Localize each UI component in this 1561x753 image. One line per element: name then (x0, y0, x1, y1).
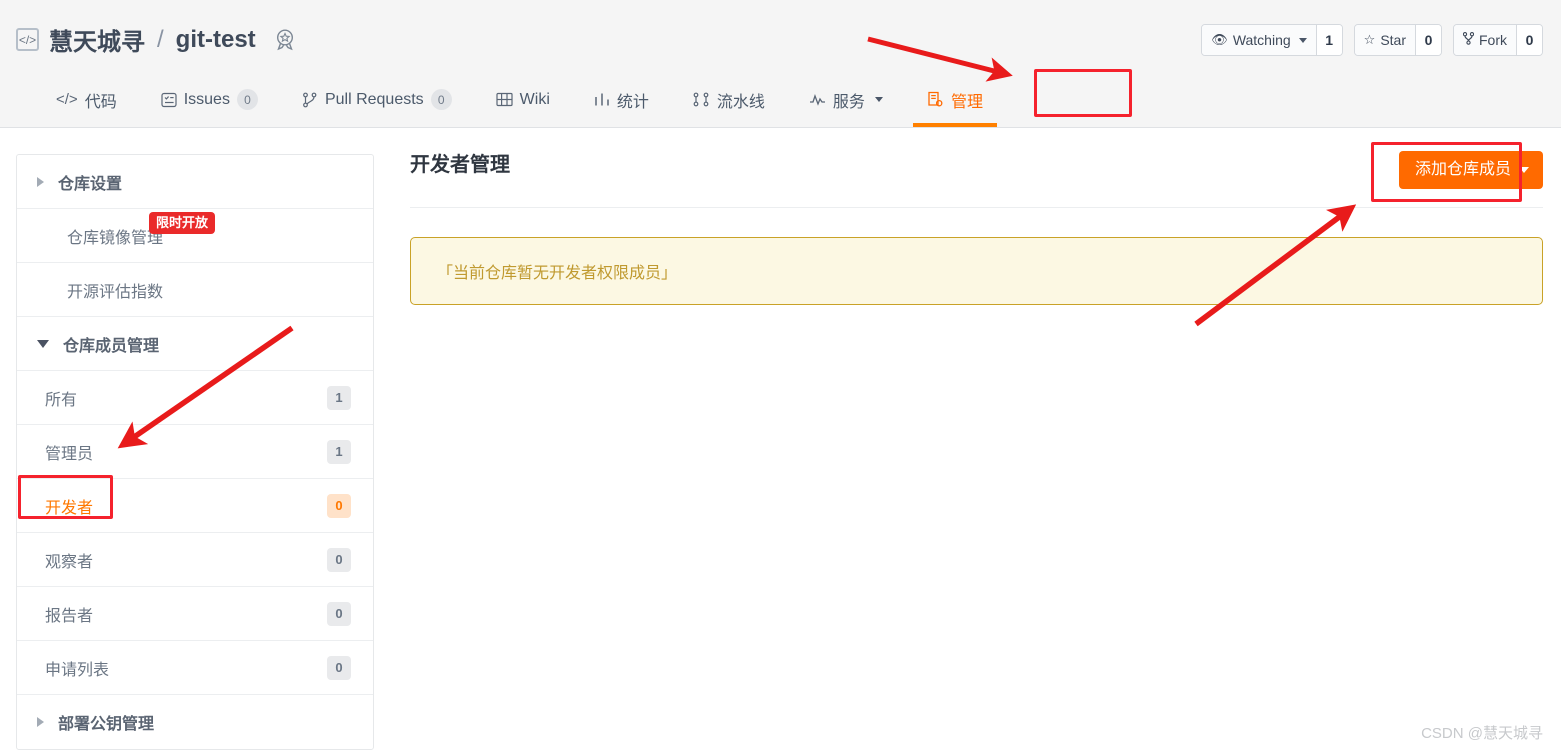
star-icon: ☆ (1363, 32, 1376, 47)
sidebar-item-applications-count: 0 (327, 655, 351, 680)
sidebar-item-deploy-keys-label: 部署公钥管理 (58, 716, 155, 733)
chevron-right-icon (37, 176, 44, 187)
star-label: Star (1380, 32, 1406, 48)
sidebar-item-applications[interactable]: 申请列表 0 (17, 641, 373, 695)
issues-icon (161, 92, 177, 108)
sidebar-item-developer-count: 0 (327, 493, 351, 518)
repo-name-link[interactable]: git-test (176, 26, 256, 54)
chart-bars-icon (594, 92, 610, 107)
tab-wiki[interactable]: Wiki (474, 72, 572, 127)
star-button-group[interactable]: ☆ Star 0 (1353, 24, 1442, 56)
fork-button[interactable]: Fork (1454, 25, 1516, 55)
tab-code-label: 代码 (84, 93, 117, 111)
sidebar-item-members-group-label: 仓库成员管理 (63, 337, 160, 355)
sidebar-item-observer-label: 观察者 (45, 553, 94, 571)
sidebar-item-observer-count: 0 (327, 547, 351, 572)
tab-statistics-label: 统计 (616, 93, 649, 111)
limited-time-badge: 限时开放 (149, 211, 216, 234)
code-angle-icon: </> (56, 91, 78, 108)
sidebar-item-reporter-label: 报告者 (45, 607, 94, 625)
sidebar-item-all-label: 所有 (45, 391, 78, 409)
header-actions: 👁 Watching 1 ☆ Star 0 Fork 0 (1201, 24, 1543, 56)
chevron-down-icon (1519, 167, 1529, 173)
sidebar-item-oss-index-label: 开源评估指数 (67, 283, 164, 301)
page-root: </> 慧天城寻 / git-test 👁 Watching 1 ☆ Star … (0, 0, 1561, 753)
tab-statistics[interactable]: 统计 (572, 72, 671, 127)
tab-pipeline[interactable]: 流水线 (671, 72, 787, 127)
sidebar-item-reporter[interactable]: 报告者 0 (17, 587, 373, 641)
code-icon: </> (16, 28, 39, 51)
tab-services[interactable]: 服务 (787, 72, 905, 127)
tab-issues-label: Issues (183, 90, 230, 108)
manage-doc-icon (927, 91, 944, 108)
fork-icon (1462, 32, 1475, 48)
sidebar-item-members-group[interactable]: 仓库成员管理 (17, 317, 373, 371)
watching-label: Watching (1232, 32, 1291, 48)
tab-code[interactable]: </> 代码 (34, 72, 139, 127)
watching-button[interactable]: 👁 Watching (1202, 25, 1316, 55)
star-button[interactable]: ☆ Star (1354, 25, 1415, 55)
sidebar-item-oss-index[interactable]: 开源评估指数 (17, 263, 373, 317)
watching-button-group[interactable]: 👁 Watching 1 (1201, 24, 1343, 56)
add-repo-member-button[interactable]: 添加仓库成员 (1398, 151, 1543, 189)
main-panel: 开发者管理 添加仓库成员 「当前仓库暂无开发者权限成员」 (410, 151, 1543, 305)
page-title: 开发者管理 (410, 154, 510, 176)
active-tab-underline (912, 123, 997, 127)
breadcrumb-separator: / (157, 25, 164, 53)
chevron-right-icon (37, 717, 44, 727)
fork-count[interactable]: 0 (1516, 25, 1542, 55)
medal-badge-icon (272, 27, 298, 53)
csdn-watermark: CSDN @慧天城寻 (1421, 725, 1543, 742)
tab-pull-requests[interactable]: Pull Requests 0 (280, 72, 474, 127)
content-area: 仓库设置 仓库镜像管理 限时开放 开源评估指数 仓库成员管理 所有 1 管理员 … (0, 129, 1561, 753)
sidebar-item-all[interactable]: 所有 1 (17, 371, 373, 425)
tab-manage[interactable]: 管理 (905, 72, 1005, 127)
tab-issues[interactable]: Issues 0 (139, 72, 280, 127)
sidebar-item-developer-label: 开发者 (45, 499, 94, 517)
pipeline-icon (693, 92, 710, 107)
sidebar-item-reporter-count: 0 (327, 601, 351, 626)
sidebar-item-admin[interactable]: 管理员 1 (17, 425, 373, 479)
sidebar-item-admin-count: 1 (327, 439, 351, 464)
star-count[interactable]: 0 (1415, 25, 1441, 55)
sidebar-item-admin-label: 管理员 (45, 445, 94, 463)
chevron-down-icon (37, 339, 49, 348)
activity-line-icon (809, 93, 826, 106)
sidebar-item-all-count: 1 (327, 385, 351, 410)
tab-manage-label: 管理 (950, 93, 983, 111)
tab-pipeline-label: 流水线 (716, 93, 765, 111)
fork-label: Fork (1479, 32, 1507, 48)
sidebar-item-mirror[interactable]: 仓库镜像管理 限时开放 (17, 209, 373, 263)
chevron-down-icon (1298, 37, 1307, 43)
repo-breadcrumb: </> 慧天城寻 / git-test (16, 22, 298, 57)
wiki-book-icon (496, 92, 513, 107)
sidebar-item-applications-label: 申请列表 (45, 661, 110, 679)
repo-header: </> 慧天城寻 / git-test 👁 Watching 1 ☆ Star … (0, 0, 1561, 72)
tab-pull-requests-label: Pull Requests (324, 90, 424, 108)
add-repo-member-label: 添加仓库成员 (1414, 161, 1511, 178)
tab-services-label: 服务 (832, 93, 865, 111)
pull-request-icon (302, 92, 318, 108)
empty-state-notice: 「当前仓库暂无开发者权限成员」 (410, 237, 1543, 305)
fork-button-group[interactable]: Fork 0 (1453, 24, 1543, 56)
settings-sidebar: 仓库设置 仓库镜像管理 限时开放 开源评估指数 仓库成员管理 所有 1 管理员 … (16, 154, 374, 750)
chevron-down-icon (874, 97, 883, 102)
sidebar-item-repo-settings[interactable]: 仓库设置 (17, 155, 373, 209)
sidebar-item-repo-settings-label: 仓库设置 (58, 175, 123, 193)
sidebar-item-observer[interactable]: 观察者 0 (17, 533, 373, 587)
sidebar-item-developer[interactable]: 开发者 0 (17, 479, 373, 533)
repo-nav: </> 代码 Issues 0 Pull Requests 0 Wiki 统计 … (0, 69, 1561, 128)
eye-icon: 👁 (1211, 32, 1228, 47)
tab-wiki-label: Wiki (519, 90, 550, 108)
tab-pull-requests-count: 0 (430, 89, 452, 110)
main-header: 开发者管理 添加仓库成员 (410, 151, 1543, 208)
tab-issues-count: 0 (236, 89, 258, 110)
sidebar-item-deploy-keys[interactable]: 部署公钥管理 (17, 695, 373, 749)
repo-owner-link[interactable]: 慧天城寻 (49, 22, 145, 57)
watching-count[interactable]: 1 (1315, 25, 1342, 55)
